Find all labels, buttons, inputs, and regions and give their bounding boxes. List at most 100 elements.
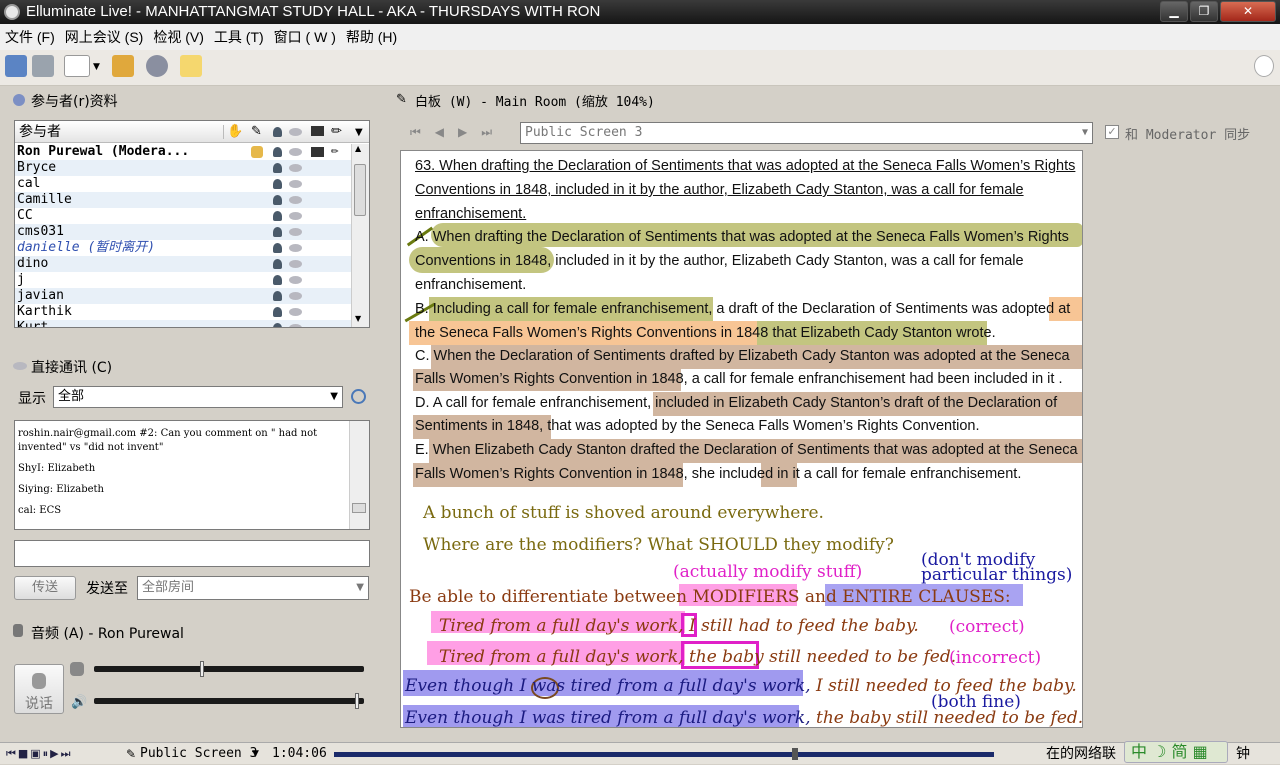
playback-timeline[interactable] (334, 748, 994, 760)
close-button[interactable]: ✕ (1220, 1, 1276, 22)
pen-icon: ✎ (126, 747, 137, 761)
participant-row[interactable]: cms031 (15, 224, 351, 240)
participant-row[interactable]: Bryce (15, 160, 351, 176)
speaker-level-handle[interactable] (354, 693, 359, 709)
example-text: the baby still needed to be fed. (815, 708, 1083, 728)
user-icon (273, 179, 282, 189)
question-line: 63. When drafting the Declaration of Sen… (415, 158, 1076, 174)
menu-tools[interactable]: 工具 (T) (209, 24, 269, 50)
mic-level-slider[interactable] (94, 661, 364, 677)
moderator-icon[interactable]: ✎ (251, 121, 262, 143)
send-to-select[interactable]: 全部房间 ▼ (137, 576, 369, 600)
layout-icon[interactable] (64, 55, 90, 77)
maximize-button[interactable]: ❐ (1190, 1, 1218, 22)
screen-icon[interactable] (311, 126, 324, 136)
talk-button[interactable]: 说话 (14, 664, 64, 714)
choice-d: D. A call for female enfranchisement, in… (415, 395, 1058, 411)
screen-nav-buttons[interactable]: ⏮◀▶⏭ (410, 125, 506, 140)
chat-message: ShyI: Elizabeth (18, 463, 96, 474)
load-icon[interactable] (112, 55, 134, 77)
participant-row[interactable]: danielle (暂时离开) (15, 240, 351, 256)
mic-level-handle[interactable] (200, 661, 205, 677)
chat-icon (289, 276, 302, 284)
chevron-down-icon[interactable]: ▼ (93, 62, 100, 72)
chat-show-label: 显示 (18, 391, 46, 407)
note-correct: (correct) (949, 617, 1025, 637)
chat-input[interactable] (14, 540, 370, 567)
chat-icon (289, 212, 302, 220)
chat-filter-select[interactable]: 全部 ▼ (53, 386, 343, 408)
choice-e: Falls Women’s Rights Convention in 1848,… (415, 466, 1022, 482)
participant-row[interactable]: javian (15, 288, 351, 304)
help-icon[interactable] (1254, 55, 1274, 77)
clock-icon[interactable] (351, 389, 366, 404)
user-icon (273, 147, 282, 157)
user-icon (273, 323, 282, 327)
whiteboard-pen-icon: ✎ (396, 92, 407, 107)
speaker-level-slider[interactable] (94, 693, 364, 709)
participant-row[interactable]: j (15, 272, 351, 288)
send-button[interactable]: 传送 (14, 576, 76, 600)
microphone-icon (32, 673, 46, 689)
example-text: Tired from a full day's work, (439, 647, 684, 667)
participant-row[interactable]: Ron Purewal (Modera... ✏ (15, 143, 351, 160)
example-subject: the baby (688, 647, 764, 667)
user-icon (273, 307, 282, 317)
playback-time: 1:04:06 (272, 746, 327, 761)
choice-b: the Seneca Falls Women’s Rights Conventi… (415, 325, 996, 341)
choice-e: E. When Elizabeth Cady Stanton drafted t… (415, 442, 1078, 458)
menu-window[interactable]: 窗口 ( W ) (269, 24, 341, 50)
pen-icon[interactable]: ✏ (331, 121, 342, 143)
chevron-down-icon[interactable]: ▼ (355, 122, 363, 144)
ime-mode[interactable]: 简 (1172, 742, 1188, 761)
webcam-icon[interactable] (146, 55, 168, 77)
chevron-down-icon: ▼ (1081, 127, 1088, 138)
note-differentiate: Be able to differentiate between MODIFIE… (409, 587, 1011, 607)
participant-name: cal (17, 176, 41, 191)
minimize-button[interactable]: ▁ (1160, 1, 1188, 22)
participants-scrollbar[interactable]: ▲ ▼ (351, 144, 369, 327)
note-actually: (actually modify stuff) (673, 562, 863, 582)
chevron-down-icon[interactable]: ▼ (252, 743, 259, 765)
microphone-icon (13, 624, 23, 637)
participant-row[interactable]: Camille (15, 192, 351, 208)
participant-row[interactable]: Karthik (15, 304, 351, 320)
menu-file[interactable]: 文件 (F) (0, 24, 60, 50)
chat-scrollbar[interactable] (349, 421, 369, 529)
menu-help[interactable]: 帮助 (H) (341, 24, 402, 50)
chat-icon[interactable] (289, 128, 302, 136)
ime-bar[interactable]: 中 ☽ 简 ▦ (1124, 741, 1228, 763)
notes-icon[interactable] (180, 55, 202, 77)
participant-name: cms031 (17, 224, 64, 239)
participants-list[interactable]: 参与者 ✋ ✎ ✏ ▼ Ron Purewal (Modera... ✏ Bryce… (14, 120, 370, 328)
participant-row[interactable]: CC (15, 208, 351, 224)
menu-session[interactable]: 网上会议 (S) (60, 24, 149, 50)
screen-select[interactable]: Public Screen 3 ▼ (520, 122, 1093, 144)
note-particular: particular things) (921, 565, 1073, 585)
participant-name: Ron Purewal (Modera... (17, 144, 190, 159)
user-icon[interactable] (273, 127, 282, 137)
save-icon[interactable] (5, 55, 27, 77)
title-bar: Elluminate Live! - MANHATTANGMAT STUDY H… (0, 0, 1280, 24)
note-text: Be able to differentiate between (409, 587, 688, 607)
note-line: Where are the modifiers? What SHOULD the… (423, 535, 894, 555)
participant-row[interactable]: dino (15, 256, 351, 272)
hand-icon[interactable]: ✋ (227, 121, 243, 143)
playback-position-handle[interactable] (791, 748, 798, 760)
example-2: Tired from a full day's work, the baby s… (439, 647, 956, 667)
status-screen[interactable]: Public Screen 3 (140, 743, 257, 765)
whiteboard-canvas[interactable]: 63. When drafting the Declaration of Sen… (400, 150, 1083, 728)
participant-row[interactable]: Kurt (15, 320, 351, 327)
participant-row[interactable]: cal (15, 176, 351, 192)
chevron-down-icon: ▼ (356, 582, 364, 593)
menu-view[interactable]: 检视 (V) (148, 24, 209, 50)
ime-language[interactable]: 中 (1131, 742, 1147, 761)
playback-controls[interactable]: ⏮■▣⏸▶⏭ (6, 743, 73, 765)
question-line: enfranchisement. (415, 206, 527, 222)
print-icon[interactable] (32, 55, 54, 77)
chat-log[interactable]: roshin.nair@gmail.com #2: Can you commen… (14, 420, 370, 530)
sync-checkbox[interactable]: ✓ (1105, 125, 1119, 139)
chat-message: cal: ECS (18, 505, 62, 516)
note-entire: ENTIRE CLAUSES: (842, 587, 1011, 607)
chat-icon (289, 196, 302, 204)
